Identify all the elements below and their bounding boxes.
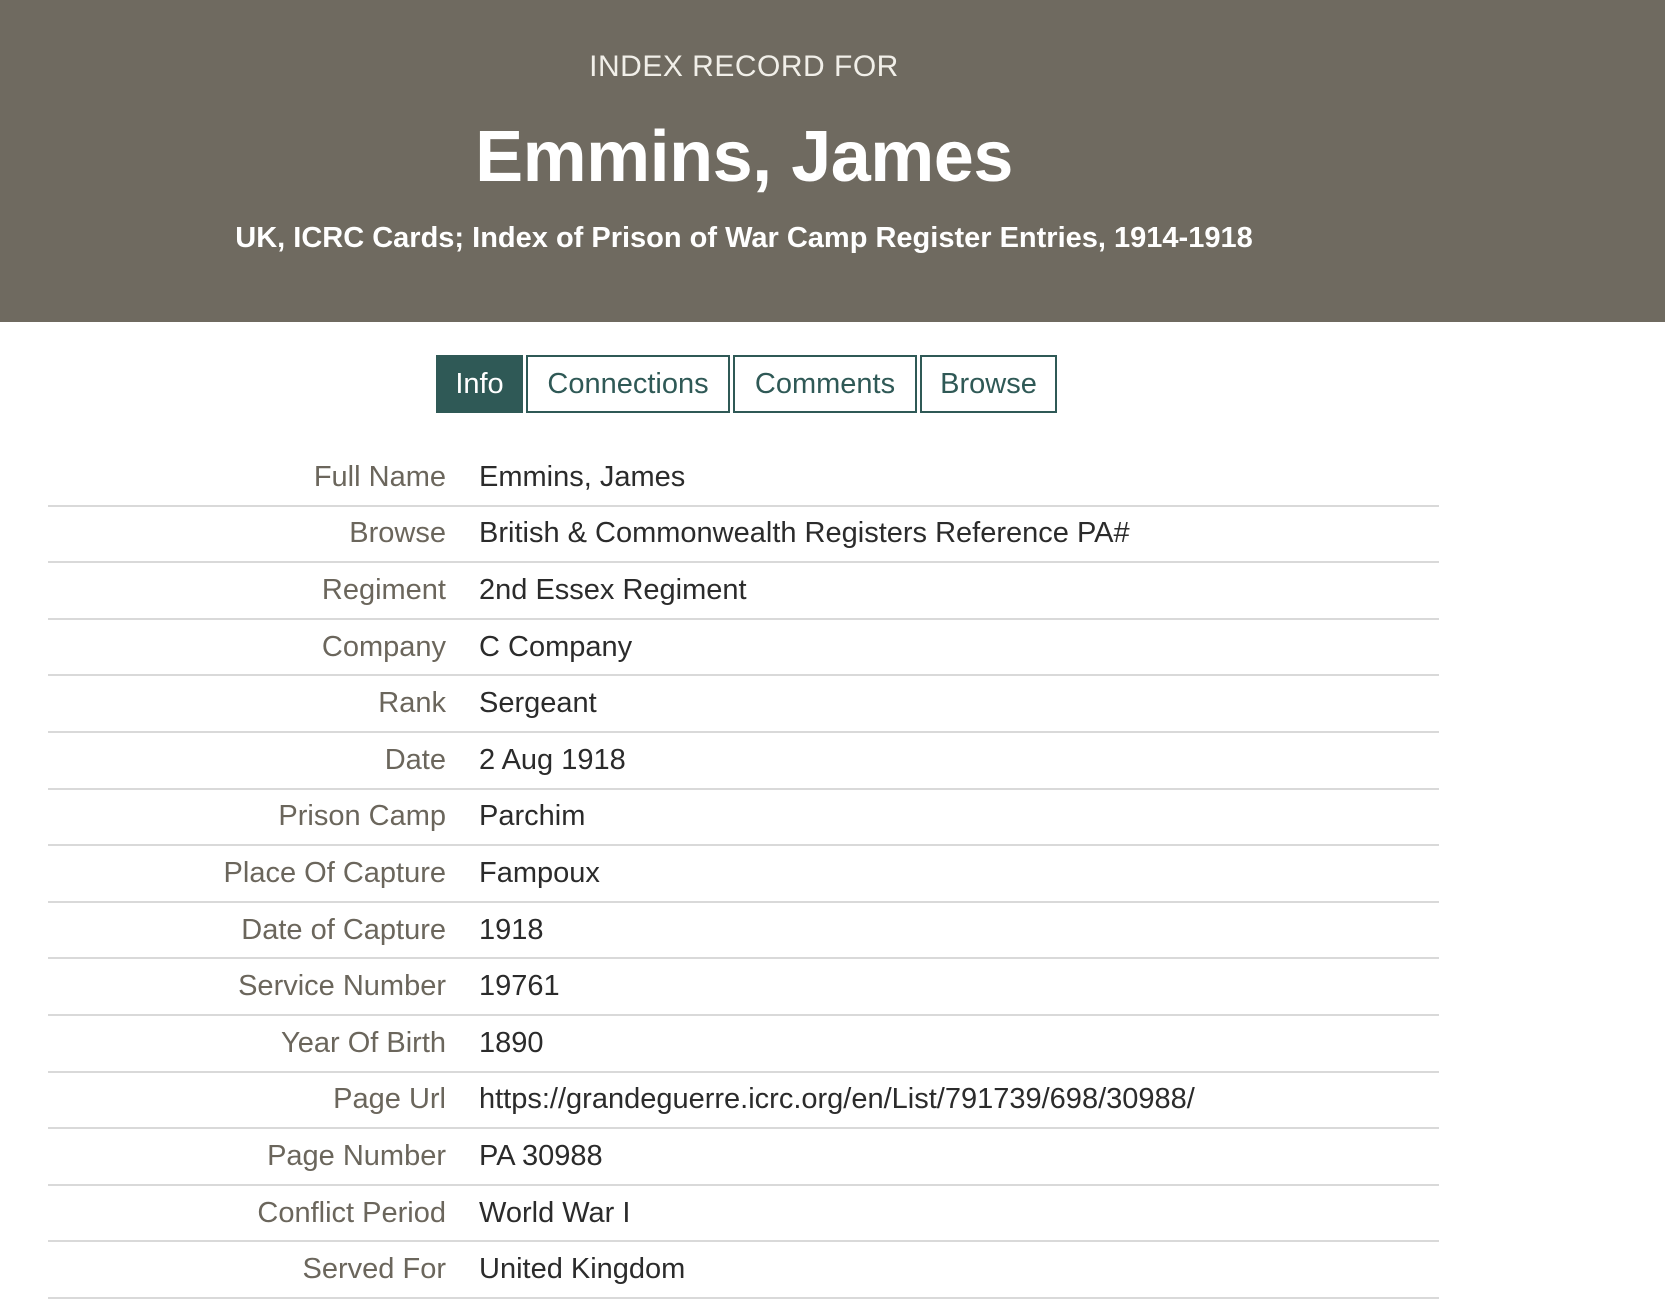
tab-info[interactable]: Info — [436, 355, 523, 413]
field-value: World War I — [479, 1196, 631, 1229]
record-details-table: Full Name Emmins, James Browse British &… — [48, 450, 1439, 1299]
record-row-year-of-birth: Year Of Birth 1890 — [48, 1016, 1439, 1073]
collection-title[interactable]: UK, ICRC Cards; Index of Prison of War C… — [0, 222, 1488, 255]
record-row-place-of-capture: Place Of Capture Fampoux — [48, 846, 1439, 903]
field-label: Date of Capture — [241, 913, 446, 946]
field-label: Rank — [378, 687, 446, 720]
tab-connections[interactable]: Connections — [526, 355, 730, 413]
field-label: Full Name — [313, 460, 446, 493]
field-value-link[interactable]: British & Commonwealth Registers Referen… — [479, 517, 1130, 550]
field-label: Page Url — [333, 1083, 446, 1116]
record-row-service-number: Service Number 19761 — [48, 959, 1439, 1016]
field-label: Company — [321, 630, 446, 663]
record-row-conflict-period: Conflict Period World War I — [48, 1186, 1439, 1243]
field-value: 1918 — [479, 913, 544, 946]
record-row-date: Date 2 Aug 1918 — [48, 733, 1439, 790]
record-row-browse: Browse British & Commonwealth Registers … — [48, 507, 1439, 564]
record-pre-title: INDEX RECORD FOR — [589, 50, 899, 83]
field-label: Service Number — [238, 970, 446, 1003]
field-label: Regiment — [321, 573, 446, 606]
field-label: Date — [384, 743, 446, 776]
field-value: 1890 — [479, 1026, 544, 1059]
field-label: Page Number — [267, 1139, 446, 1172]
record-row-full-name: Full Name Emmins, James — [48, 450, 1439, 507]
record-row-page-url: Page Url https://grandeguerre.icrc.org/e… — [48, 1073, 1439, 1130]
record-row-page-number: Page Number PA 30988 — [48, 1129, 1439, 1186]
field-value: Sergeant — [479, 687, 597, 720]
field-value: PA 30988 — [479, 1139, 603, 1172]
field-value: Parchim — [479, 800, 586, 833]
record-header: INDEX RECORD FOR Emmins, James UK, ICRC … — [0, 0, 1665, 322]
field-value: Emmins, James — [479, 460, 686, 493]
record-row-date-of-capture: Date of Capture 1918 — [48, 903, 1439, 960]
field-value: 2nd Essex Regiment — [479, 573, 747, 606]
record-name-title: Emmins, James — [475, 117, 1013, 197]
field-value-url[interactable]: https://grandeguerre.icrc.org/en/List/79… — [479, 1083, 1195, 1116]
field-value: 19761 — [479, 970, 560, 1003]
tab-browse[interactable]: Browse — [920, 355, 1057, 413]
field-value: 2 Aug 1918 — [479, 743, 626, 776]
record-row-company: Company C Company — [48, 620, 1439, 677]
field-label: Year Of Birth — [281, 1026, 446, 1059]
field-label: Prison Camp — [278, 800, 446, 833]
field-value: C Company — [479, 630, 633, 663]
record-row-prison-camp: Prison Camp Parchim — [48, 790, 1439, 847]
field-label: Place Of Capture — [223, 856, 446, 889]
record-row-rank: Rank Sergeant — [48, 676, 1439, 733]
field-label: Served For — [302, 1253, 446, 1286]
field-label: Conflict Period — [257, 1196, 446, 1229]
record-tabs: Info Connections Comments Browse — [436, 355, 1057, 413]
record-row-served-for: Served For United Kingdom — [48, 1242, 1439, 1299]
field-label: Browse — [349, 517, 446, 550]
field-value: United Kingdom — [479, 1253, 686, 1286]
record-row-regiment: Regiment 2nd Essex Regiment — [48, 563, 1439, 620]
tab-comments[interactable]: Comments — [733, 355, 917, 413]
field-value: Fampoux — [479, 856, 600, 889]
